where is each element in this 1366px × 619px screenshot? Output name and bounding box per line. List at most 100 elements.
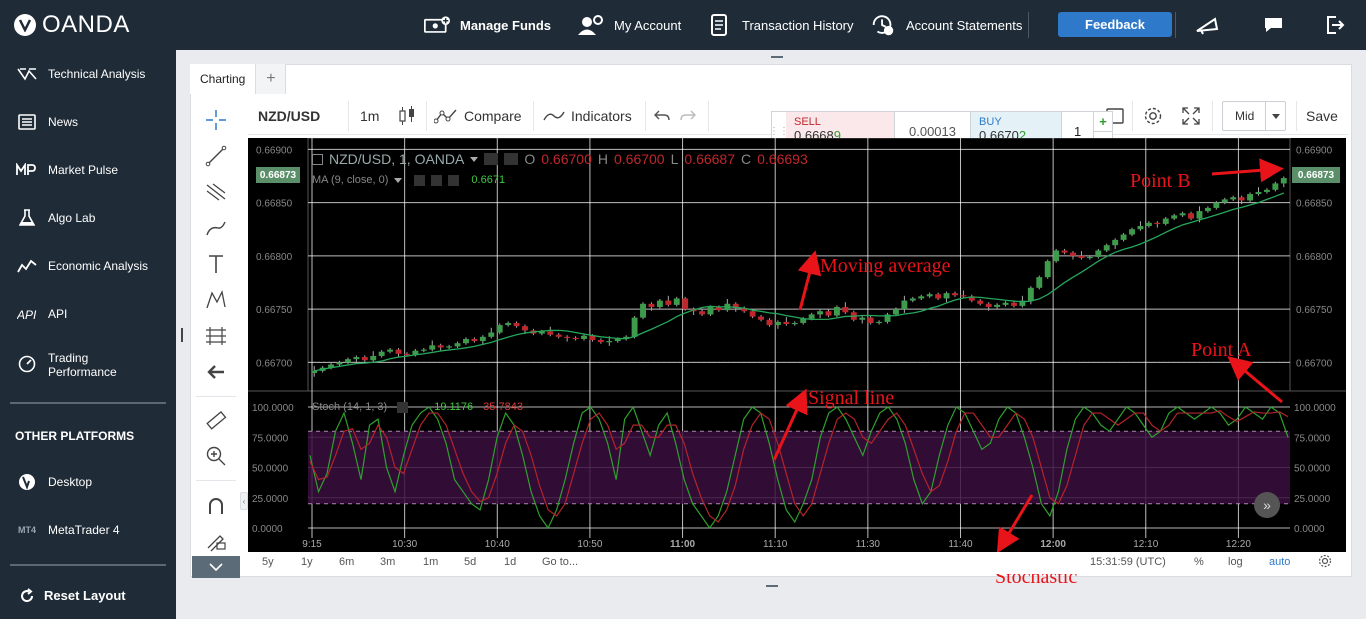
compare-button[interactable]: Compare: [434, 97, 522, 135]
settings-gear-icon[interactable]: [1318, 554, 1332, 571]
sidebar-item-api[interactable]: API API: [0, 304, 176, 324]
stoch-tick-label-right: 50.0000: [1294, 464, 1331, 475]
legend-settings-icon[interactable]: [504, 153, 519, 165]
candle-body: [404, 353, 410, 356]
sidebar-item-technical-analysis[interactable]: Technical Analysis: [0, 64, 176, 84]
sidebar-item-economic-analysis[interactable]: Economic Analysis: [0, 256, 176, 276]
sidebar-item-desktop[interactable]: Desktop: [0, 472, 176, 492]
lock-drawing-icon[interactable]: [202, 526, 230, 554]
range-3m[interactable]: 3m: [380, 556, 395, 568]
zoom-in-icon[interactable]: [202, 442, 230, 470]
range-5y[interactable]: 5y: [262, 556, 274, 568]
nav-my-account[interactable]: My Account: [578, 0, 681, 50]
settings-small-icon[interactable]: [431, 174, 443, 186]
indicators-button[interactable]: Indicators: [543, 97, 632, 135]
toolbar-collapse-button[interactable]: [192, 556, 240, 578]
candle-type-icon[interactable]: [398, 97, 416, 135]
redo-icon[interactable]: [680, 97, 696, 135]
range-5d[interactable]: 5d: [464, 556, 476, 568]
logout-icon[interactable]: [1322, 12, 1348, 38]
candle-body: [547, 331, 554, 335]
auto-toggle[interactable]: auto: [1269, 556, 1290, 568]
sidebar-item-news[interactable]: News: [0, 112, 176, 132]
flask-icon: [16, 208, 38, 228]
scroll-to-end-button[interactable]: »: [1254, 492, 1280, 518]
settings-small-icon[interactable]: [397, 401, 409, 413]
clock-display: 15:31:59 (UTC): [1090, 556, 1166, 568]
close-label: C: [741, 151, 752, 167]
annotation-moving-average: Moving average: [820, 255, 951, 277]
collapse-legend-icon[interactable]: [312, 153, 323, 165]
legend-settings-icon[interactable]: [484, 153, 499, 165]
reset-layout-button[interactable]: Reset Layout: [0, 586, 176, 606]
nav-account-statements[interactable]: Account Statements: [870, 0, 1022, 50]
price-chart[interactable]: 0.66900 0.66900 0.66850 0.66850 0.66800 0.668…: [248, 138, 1346, 552]
toolbar-divider: [1296, 101, 1297, 131]
price-tick-label-left: 0.66800: [256, 252, 293, 263]
add-tab-button[interactable]: +: [256, 64, 287, 94]
ma-label: MA (9, close, 0): [312, 174, 389, 186]
nav-transaction-history[interactable]: Transaction History: [706, 0, 854, 50]
undo-icon[interactable]: [654, 97, 670, 135]
magnet-icon[interactable]: [202, 492, 230, 520]
sidebar-item-algo-lab[interactable]: Algo Lab: [0, 208, 176, 228]
feedback-button[interactable]: Feedback: [1058, 12, 1172, 37]
increase-quantity-button[interactable]: +: [1094, 112, 1112, 132]
price-type-select[interactable]: Mid: [1222, 101, 1286, 131]
candle-body: [859, 317, 866, 320]
candle-body: [682, 298, 689, 310]
eye-icon[interactable]: [414, 174, 426, 186]
text-tool-icon[interactable]: [202, 250, 230, 278]
top-resize-handle[interactable]: [771, 56, 783, 58]
percent-toggle[interactable]: %: [1194, 556, 1204, 568]
log-toggle[interactable]: log: [1228, 556, 1243, 568]
price-tick-label-left: 0.66750: [256, 305, 293, 316]
symbol-selector[interactable]: NZD/USD: [258, 97, 320, 135]
pattern-icon[interactable]: [202, 286, 230, 314]
arrow-left-icon[interactable]: [202, 358, 230, 386]
brush-icon[interactable]: [202, 214, 230, 242]
candle-body: [344, 359, 351, 363]
candle-body: [985, 303, 992, 307]
sidebar-item-market-pulse[interactable]: Market Pulse: [0, 160, 176, 180]
interval-selector[interactable]: 1m: [360, 97, 379, 135]
goto-button[interactable]: Go to...: [542, 556, 578, 568]
nav-divider: [1028, 12, 1029, 38]
candle-body: [1213, 202, 1220, 208]
svg-text:API: API: [17, 308, 37, 321]
save-button[interactable]: Save: [1306, 97, 1338, 135]
ruler-icon[interactable]: [202, 406, 230, 434]
announcement-icon[interactable]: [1194, 12, 1220, 38]
candle-body: [665, 300, 672, 305]
bottom-resize-handle[interactable]: [766, 585, 778, 587]
range-1d[interactable]: 1d: [504, 556, 516, 568]
range-6m[interactable]: 6m: [339, 556, 354, 568]
account-icon: [578, 14, 604, 36]
time-tick-label: 10:50: [577, 539, 602, 550]
range-1m[interactable]: 1m: [423, 556, 438, 568]
time-tick-label: 10:30: [392, 539, 417, 550]
sidebar-splitter[interactable]: [181, 328, 183, 342]
low-value: 0.66687: [684, 151, 735, 167]
sidebar-item-trading-performance[interactable]: Trading Performance: [0, 350, 176, 380]
expand-icon[interactable]: [1182, 97, 1200, 135]
crosshair-icon[interactable]: [202, 106, 230, 134]
tab-charting[interactable]: Charting: [190, 64, 257, 94]
range-1y[interactable]: 1y: [301, 556, 313, 568]
fib-icon[interactable]: [202, 322, 230, 350]
chat-icon[interactable]: [1261, 12, 1287, 38]
settings-gear-icon[interactable]: [1143, 97, 1163, 135]
stoch-tick-label-right: 25.0000: [1294, 494, 1331, 505]
sidebar-item-metatrader[interactable]: MT4 MetaTrader 4: [0, 520, 176, 540]
candle-body: [564, 336, 571, 339]
pitchfork-icon[interactable]: [202, 178, 230, 206]
candle-body: [513, 322, 520, 327]
candle-body: [1154, 222, 1161, 225]
nav-manage-funds[interactable]: Manage Funds: [424, 0, 551, 50]
trend-line-icon[interactable]: [202, 142, 230, 170]
oanda-logo[interactable]: OANDA: [14, 11, 130, 38]
chevron-down-icon[interactable]: [470, 156, 479, 162]
remove-indicator-icon[interactable]: [448, 174, 460, 186]
chevron-down-icon[interactable]: [394, 177, 403, 183]
toolbar-hide-handle[interactable]: ‹: [240, 492, 248, 510]
